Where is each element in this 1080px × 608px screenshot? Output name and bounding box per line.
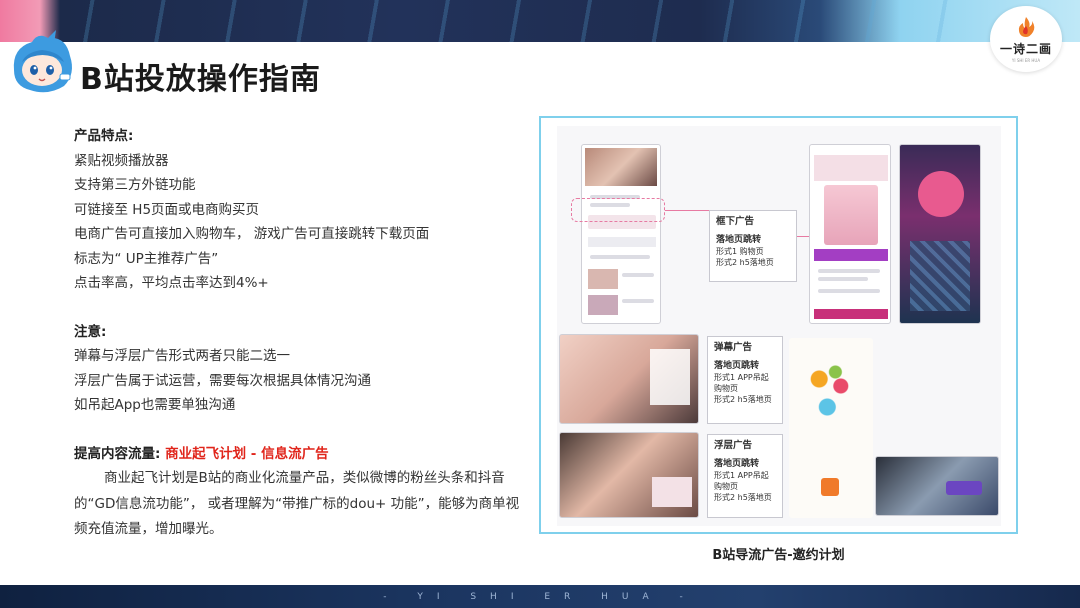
video-screenshot-product xyxy=(875,456,999,516)
mascot-icon xyxy=(13,30,72,93)
boost-paragraph: 商业起飞计划是B站的商业化流量产品，类似微博的粉丝头条和抖音的“GD信息流功能”… xyxy=(74,470,520,537)
feature-item: 紧贴视频播放器 xyxy=(74,152,169,169)
flame-icon xyxy=(1018,16,1035,37)
connector-line xyxy=(797,236,809,237)
boost-label: 提高内容流量: xyxy=(74,445,161,462)
video-screenshot-danmaku xyxy=(559,334,699,424)
landing-page-illustration xyxy=(789,338,873,518)
figure-caption: B站导流广告-邀约计划 xyxy=(712,548,845,563)
boost-highlight: 商业起飞计划 - 信息流广告 xyxy=(165,445,329,462)
feature-item: 点击率高，平均点击率达到4%+ xyxy=(74,275,269,291)
feature-item: 支持第三方外链功能 xyxy=(74,177,196,193)
top-banner xyxy=(0,0,1080,42)
page-title: B站投放操作指南 xyxy=(80,62,321,97)
feature-item: 标志为“ UP主推荐广告” xyxy=(74,250,219,267)
logo-text: 一诗二画 xyxy=(999,41,1052,56)
logo-subtext: YI SHI ER HUA xyxy=(1011,57,1041,63)
figure-canvas: 框下广告 落地页跳转 形式1 购物页 形式2 h5落地页 弹幕广告 落地页跳转 … xyxy=(557,126,1001,526)
phone-screenshot-game xyxy=(899,144,981,324)
phone-screenshot-shop xyxy=(809,144,891,324)
content-text: 产品特点: 紧贴视频播放器 支持第三方外链功能 可链接至 H5页面或电商购买页 … xyxy=(74,124,524,543)
feature-item: 电商广告可直接加入购物车， 游戏广告可直接跳转下载页面 xyxy=(74,226,430,242)
notes-title: 注意: xyxy=(74,323,107,340)
features-title: 产品特点: xyxy=(74,128,134,144)
banner-pattern xyxy=(60,0,980,42)
note-item: 如吊起App也需要单独沟通 xyxy=(74,397,236,413)
note-item: 弹幕与浮层广告形式两者只能二选一 xyxy=(74,348,290,364)
highlight-frame xyxy=(571,198,665,222)
footer-bar: - YI SHI ER HUA - xyxy=(0,585,1080,608)
boost-heading: 提高内容流量: 商业起飞计划 - 信息流广告 xyxy=(74,442,524,467)
brand-logo: 一诗二画 YI SHI ER HUA xyxy=(990,6,1062,72)
video-screenshot-overlay xyxy=(559,432,699,518)
ad-type-box-below: 框下广告 落地页跳转 形式1 购物页 形式2 h5落地页 xyxy=(709,210,797,282)
connector-line xyxy=(665,210,709,211)
note-item: 浮层广告属于试运营，需要每次根据具体情况沟通 xyxy=(74,372,371,389)
ad-example-figure: 框下广告 落地页跳转 形式1 购物页 形式2 h5落地页 弹幕广告 落地页跳转 … xyxy=(539,116,1018,534)
feature-item: 可链接至 H5页面或电商购买页 xyxy=(74,201,260,218)
phone-screenshot-feed xyxy=(581,144,661,324)
ad-type-box-danmaku: 弹幕广告 落地页跳转 形式1 APP吊起购物页 形式2 h5落地页 xyxy=(707,336,783,424)
ad-type-box-overlay: 浮层广告 落地页跳转 形式1 APP吊起购物页 形式2 h5落地页 xyxy=(707,434,783,518)
